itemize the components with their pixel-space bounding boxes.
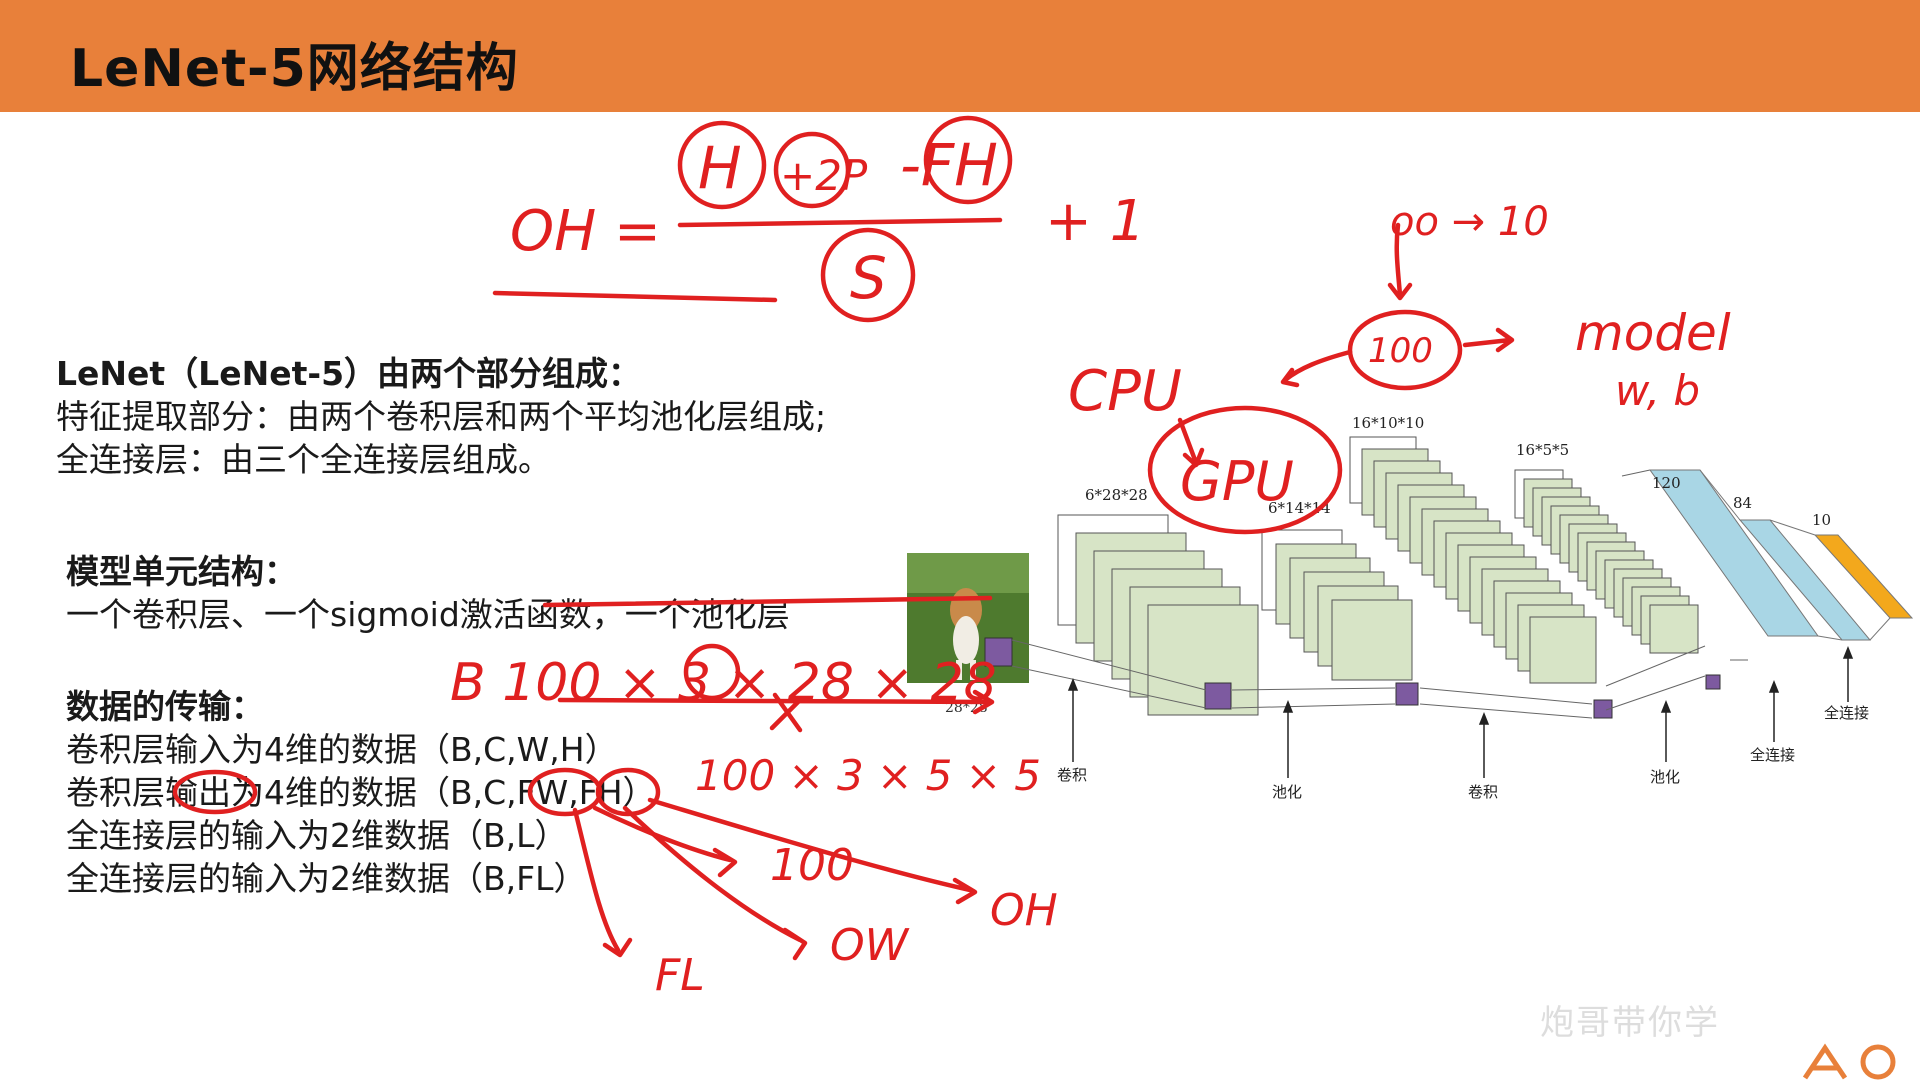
pool2-size-label: 16*5*5 (1516, 441, 1569, 459)
pool1-size-label: 6*14*14 (1268, 499, 1331, 517)
conv1-size-label: 6*28*28 (1085, 486, 1148, 504)
label-fc-2: 全连接 (1824, 704, 1869, 722)
label-conv-2: 卷积 (1468, 783, 1498, 801)
fc2-size-label: 84 (1733, 494, 1752, 512)
conv1-kernel (1204, 682, 1232, 710)
conv2-map-16 (1529, 616, 1597, 684)
lenet-diagram: 28*28 6*28*28 6*14*14 16*10*10 16*5*5 12… (907, 414, 1914, 801)
conv1-map-6 (1147, 604, 1259, 716)
conv2-size-label: 16*10*10 (1352, 414, 1424, 432)
pool2-kernel (1705, 674, 1721, 690)
input-size-label: 28*28 (945, 700, 988, 716)
input-image (907, 553, 1029, 683)
label-fc-1: 全连接 (1750, 746, 1795, 764)
watermark-text: 炮哥带你学 (1540, 1003, 1720, 1043)
pool2-map-16 (1649, 604, 1699, 654)
pool1-map-6 (1331, 599, 1413, 681)
fc3-size-label: 10 (1812, 511, 1831, 529)
label-pool-2: 池化 (1650, 768, 1680, 786)
label-pool-1: 池化 (1272, 783, 1302, 801)
pao-logo-icon (1802, 1043, 1896, 1080)
label-conv-1: 卷积 (1057, 766, 1087, 784)
fc1-size-label: 120 (1652, 474, 1681, 492)
pool1-feature-maps (1261, 529, 1419, 706)
conv1-feature-maps (1057, 514, 1259, 716)
pool1-kernel (1395, 682, 1419, 706)
